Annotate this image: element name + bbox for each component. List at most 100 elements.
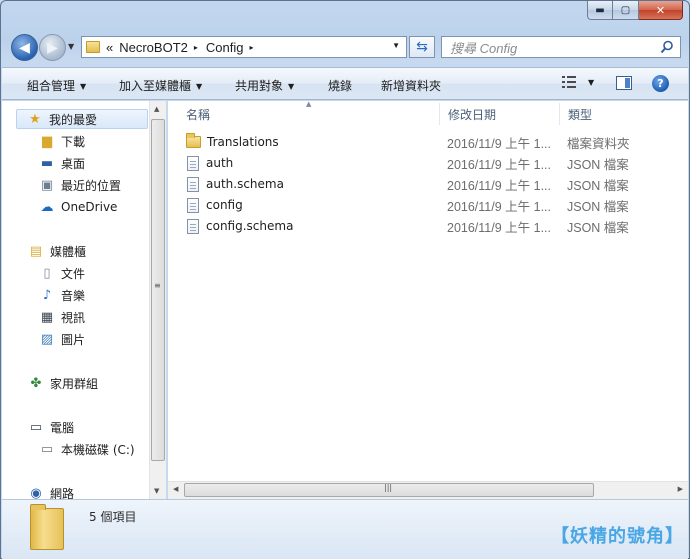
nav-computer[interactable]: ▭ 電腦	[28, 417, 74, 437]
breadcrumb-config[interactable]: Config	[206, 40, 244, 55]
file-date: 2016/11/9 上午 1...	[447, 157, 551, 172]
file-type: 檔案資料夾	[567, 136, 630, 151]
downloads-folder-icon: ▆	[42, 133, 52, 149]
nav-music-label: 音樂	[61, 288, 86, 303]
file-row-auth-schema[interactable]: auth.schema 2016/11/9 上午 1... JSON 檔案	[186, 174, 666, 194]
scroll-right-icon[interactable]: ▶	[678, 485, 683, 493]
nav-onedrive-label: OneDrive	[61, 200, 118, 214]
nav-downloads-label: 下載	[61, 134, 86, 149]
nav-documents[interactable]: ▯ 文件	[39, 263, 85, 283]
include-label: 加入至媒體櫃	[119, 79, 192, 93]
file-row-translations[interactable]: Translations 2016/11/9 上午 1... 檔案資料夾	[186, 132, 666, 152]
search-placeholder: 搜尋 Config	[450, 40, 518, 56]
chevron-right-icon[interactable]: ▸	[249, 43, 253, 52]
nav-desktop-label: 桌面	[61, 156, 86, 171]
scroll-down-icon[interactable]: ▼	[154, 487, 159, 495]
breadcrumb-necrobot2[interactable]: NecroBOT2	[119, 40, 188, 55]
include-in-library-button[interactable]: 加入至媒體櫃 ▼	[119, 77, 202, 94]
new-folder-button[interactable]: 新增資料夾	[381, 77, 441, 94]
chevron-down-icon: ▼	[196, 82, 203, 91]
nav-recent-label: 最近的位置	[61, 178, 122, 193]
folder-icon	[186, 133, 201, 148]
scroll-grip-icon: |||	[384, 483, 393, 492]
nav-favorites[interactable]: ★ 我的最愛	[16, 109, 148, 129]
search-input[interactable]: 搜尋 Config	[441, 36, 681, 58]
folder-icon	[86, 41, 100, 53]
nav-onedrive[interactable]: ☁ OneDrive	[39, 197, 118, 217]
back-button[interactable]: ◀	[11, 34, 38, 61]
file-list: ▲ 名稱 修改日期 類型 Translations 2016/11/9 上午 1…	[168, 100, 688, 481]
nav-desktop[interactable]: ▬ 桌面	[39, 153, 85, 173]
column-header-name[interactable]: 名稱	[168, 103, 440, 125]
document-icon: ▯	[43, 265, 51, 281]
file-name-cell: auth	[186, 155, 233, 171]
file-row-config[interactable]: config 2016/11/9 上午 1... JSON 檔案	[186, 195, 666, 215]
nav-recent-places[interactable]: ▣ 最近的位置	[39, 175, 121, 195]
breadcrumb-overflow[interactable]: «	[106, 40, 113, 55]
refresh-icon: ⇆	[416, 39, 428, 55]
column-header-date[interactable]: 修改日期	[440, 103, 560, 125]
column-header-type[interactable]: 類型	[560, 103, 688, 125]
forward-button[interactable]: ▶	[39, 34, 66, 61]
scrollbar-thumb[interactable]	[151, 119, 165, 461]
file-name-cell: config	[186, 197, 243, 213]
nav-local-disk-label: 本機磁碟 (C:)	[61, 442, 135, 457]
file-row-config-schema[interactable]: config.schema 2016/11/9 上午 1... JSON 檔案	[186, 216, 666, 236]
hard-drive-icon: ▭	[40, 441, 54, 457]
json-file-icon	[187, 155, 199, 171]
help-button[interactable]: ?	[652, 75, 669, 92]
file-name-cell: auth.schema	[186, 176, 284, 192]
file-name: config.schema	[206, 219, 294, 233]
address-bar[interactable]: « NecroBOT2 ▸ Config ▸ ▼	[81, 36, 407, 58]
nav-homegroup-label: 家用群組	[50, 376, 99, 391]
details-pane: 5 個項目 【妖精的號角】	[2, 499, 688, 559]
address-history-dropdown[interactable]: ▼	[392, 41, 400, 50]
scroll-up-icon[interactable]: ▲	[154, 105, 159, 113]
nav-libraries-label: 媒體櫃	[50, 244, 87, 259]
file-date: 2016/11/9 上午 1...	[447, 220, 551, 235]
desktop-icon: ▬	[40, 155, 54, 171]
file-type: JSON 檔案	[567, 199, 629, 214]
nav-videos-label: 視訊	[61, 310, 86, 325]
organize-button[interactable]: 組合管理 ▼	[27, 77, 86, 94]
refresh-button[interactable]: ⇆	[409, 36, 435, 58]
json-file-icon	[187, 176, 199, 192]
nav-homegroup[interactable]: ✤ 家用群組	[28, 373, 98, 393]
nav-videos[interactable]: ▦ 視訊	[39, 307, 85, 327]
caption-buttons: ▬ ▢ ✕	[587, 1, 683, 20]
close-button[interactable]: ✕	[639, 1, 683, 20]
nav-downloads[interactable]: ▆ 下載	[39, 131, 85, 151]
file-list-horizontal-scrollbar[interactable]: ◀ ||| ▶	[168, 481, 688, 499]
item-count: 5 個項目	[89, 510, 137, 524]
nav-network[interactable]: ◉ 網路	[28, 483, 74, 500]
navigation-scrollbar[interactable]: ▲ ≡ ▼	[149, 101, 166, 499]
recent-pages-dropdown[interactable]: ▼	[68, 42, 74, 51]
music-note-icon: ♪	[42, 287, 52, 303]
nav-local-disk-c[interactable]: ▭ 本機磁碟 (C:)	[39, 439, 135, 459]
file-date: 2016/11/9 上午 1...	[447, 136, 551, 151]
arrow-left-icon: ◀	[19, 39, 30, 56]
chevron-down-icon: ▼	[80, 82, 87, 91]
file-name: Translations	[207, 135, 279, 149]
nav-music[interactable]: ♪ 音樂	[39, 285, 85, 305]
scroll-left-icon[interactable]: ◀	[173, 485, 178, 493]
search-icon[interactable]	[660, 40, 674, 54]
file-date: 2016/11/9 上午 1...	[447, 199, 551, 214]
minimize-button[interactable]: ▬	[587, 1, 613, 20]
navigation-pane: ★ 我的最愛 ▆ 下載 ▬ 桌面 ▣ 最近的位置 ☁ OneDrive ▤ 媒體櫃 ▯ 文件 …	[2, 101, 166, 499]
file-row-auth[interactable]: auth 2016/11/9 上午 1... JSON 檔案	[186, 153, 666, 173]
burn-button[interactable]: 燒錄	[328, 77, 352, 94]
preview-pane-button[interactable]	[616, 76, 632, 90]
view-details-icon	[562, 76, 576, 88]
nav-pictures[interactable]: ▨ 圖片	[39, 329, 85, 349]
file-date: 2016/11/9 上午 1...	[447, 178, 551, 193]
chevron-right-icon[interactable]: ▸	[194, 43, 198, 52]
watermark-text: 【妖精的號角】	[551, 526, 684, 547]
maximize-button[interactable]: ▢	[613, 1, 639, 20]
change-view-button[interactable]: ▼	[562, 76, 594, 88]
folder-icon	[30, 504, 64, 550]
nav-libraries[interactable]: ▤ 媒體櫃	[28, 241, 86, 261]
arrow-right-icon: ▶	[47, 39, 58, 56]
recent-places-icon: ▣	[40, 177, 54, 193]
share-with-button[interactable]: 共用對象 ▼	[235, 77, 294, 94]
